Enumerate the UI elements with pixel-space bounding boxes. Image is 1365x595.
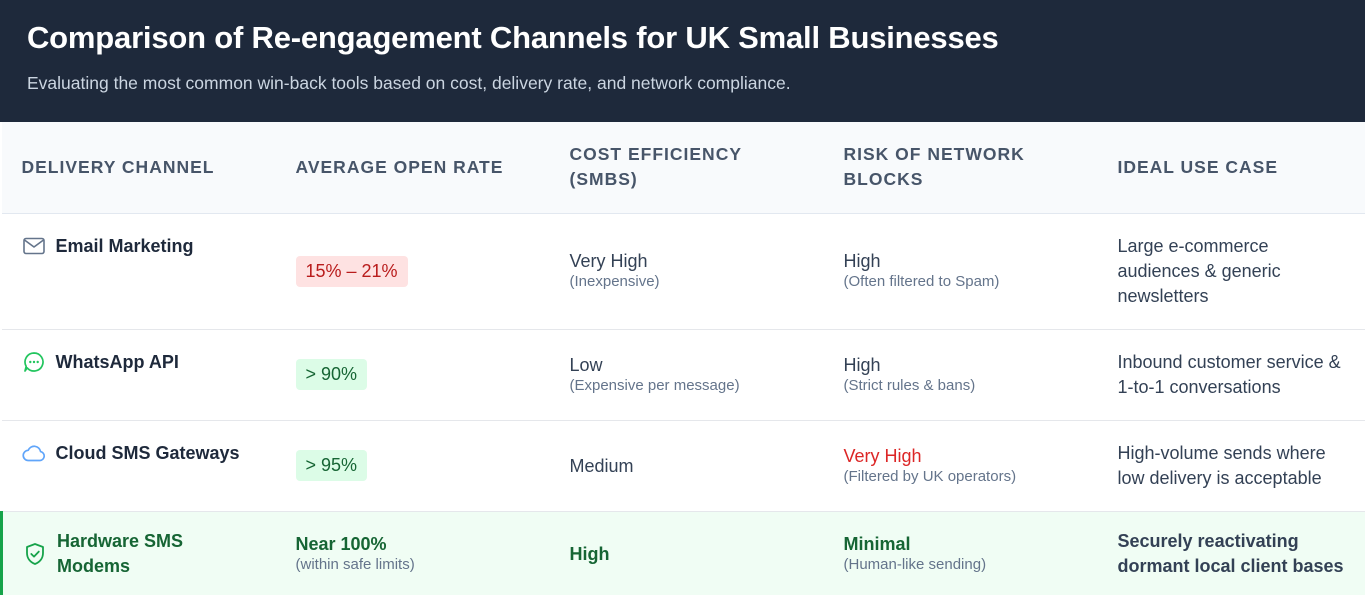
use-case: High-volume sends where low delivery is …: [1117, 442, 1326, 488]
page-subtitle: Evaluating the most common win-back tool…: [27, 73, 791, 93]
channel-cell: WhatsApp API: [22, 350, 256, 375]
risk-note: (Human-like sending): [843, 555, 987, 573]
mail-icon: [22, 234, 46, 258]
risk-value: High: [843, 251, 881, 271]
table-row: WhatsApp API > 90% Low (Expensive per me…: [1, 329, 1365, 421]
risk-value: Very High: [843, 445, 922, 466]
table-row: Email Marketing 15% – 21% Very High (Ine…: [1, 213, 1365, 330]
risk-value: Minimal: [843, 533, 911, 554]
channel-cell: Email Marketing: [22, 234, 256, 259]
cost-value: Medium: [569, 455, 634, 476]
shield-check-icon: [23, 542, 47, 566]
column-header-open-rate: AVERAGE OPEN RATE: [275, 122, 550, 214]
cost-value: High: [569, 543, 610, 564]
use-case: Inbound customer service & 1-to-1 conver…: [1117, 351, 1341, 397]
cost-value: Low: [569, 354, 603, 375]
table-row: Cloud SMS Gateways > 95% Medium Very Hig…: [1, 420, 1365, 512]
cost-value: Very High: [569, 251, 648, 271]
use-case: Large e-commerce audiences & generic new…: [1117, 235, 1281, 306]
risk-note: (Often filtered to Spam): [843, 273, 1000, 290]
table-header: DELIVERY CHANNEL AVERAGE OPEN RATE COST …: [1, 122, 1365, 214]
open-rate-value: Near 100%: [295, 533, 387, 554]
column-header-use-case: IDEAL USE CASE: [1097, 122, 1365, 214]
risk-note: (Strict rules & bans): [843, 376, 976, 394]
channel-cell: Hardware SMS Modems: [23, 529, 256, 579]
use-case: Securely reactivating dormant local clie…: [1117, 530, 1344, 576]
channel-name: Email Marketing: [55, 235, 194, 256]
column-header-cost: COST EFFICIENCY (SMBS): [549, 122, 824, 214]
open-rate-badge: 15% – 21%: [295, 255, 408, 287]
page-header: Comparison of Re-engagement Channels for…: [0, 0, 1365, 122]
channel-name: Hardware SMS Modems: [57, 530, 184, 576]
chat-bubble-icon: [22, 350, 46, 374]
cloud-icon: [21, 441, 46, 465]
channel-name: WhatsApp API: [55, 351, 179, 372]
open-rate-badge: > 95%: [295, 450, 368, 481]
channel-cell: Cloud SMS Gateways: [21, 441, 256, 466]
page-title: Comparison of Re-engagement Channels for…: [27, 20, 999, 55]
open-rate-note: (within safe limits): [295, 555, 415, 573]
column-header-channel: DELIVERY CHANNEL: [1, 122, 276, 214]
open-rate-badge: > 90%: [295, 359, 368, 390]
comparison-table: DELIVERY CHANNEL AVERAGE OPEN RATE COST …: [0, 122, 1365, 595]
cost-note: (Inexpensive): [569, 273, 660, 290]
table-row-highlighted: Hardware SMS Modems Near 100% (within sa…: [0, 511, 1365, 595]
risk-value: High: [843, 354, 881, 375]
column-header-risk: RISK OF NETWORK BLOCKS: [823, 122, 1098, 214]
channel-name: Cloud SMS Gateways: [55, 442, 240, 463]
cost-note: (Expensive per message): [569, 376, 740, 394]
risk-note: (Filtered by UK operators): [843, 467, 1017, 485]
